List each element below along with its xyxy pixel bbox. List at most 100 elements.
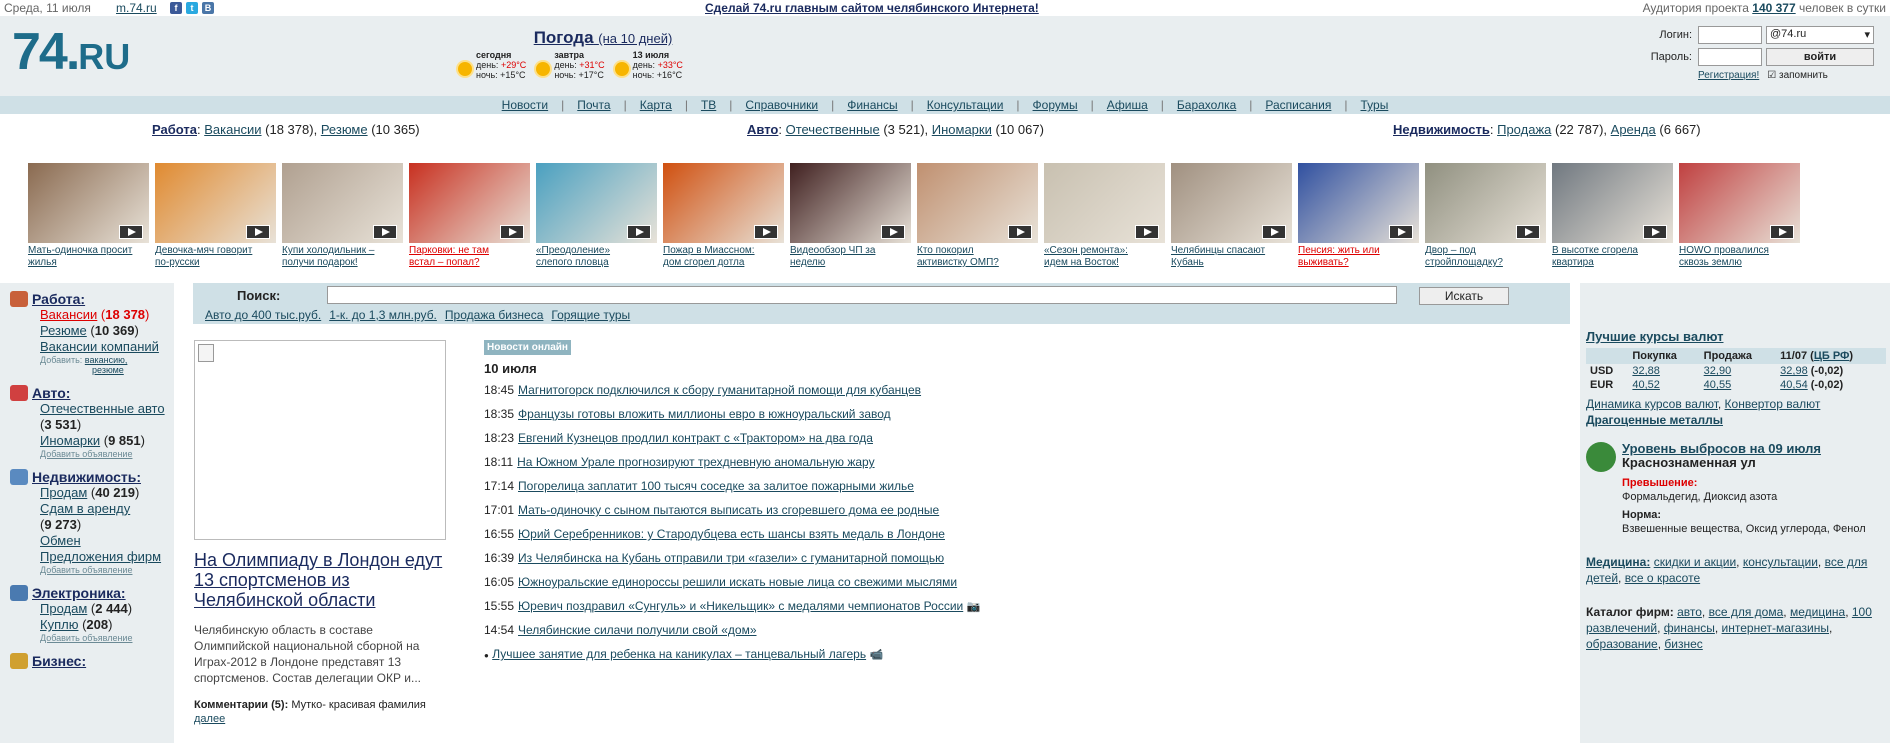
quick-search-link[interactable]: Горящие туры xyxy=(551,308,630,322)
video-thumb[interactable]: Челябинцы спасают Кубань xyxy=(1171,163,1292,269)
play-icon xyxy=(500,225,524,239)
login-input[interactable] xyxy=(1698,26,1762,44)
thumb-image[interactable] xyxy=(1298,163,1419,243)
news-headline[interactable]: Из Челябинска на Кубань отправили три «г… xyxy=(518,551,944,565)
video-thumb[interactable]: Видеообзор ЧП за неделю xyxy=(790,163,911,269)
login-button[interactable]: войти xyxy=(1766,48,1874,66)
weather-day: 13 июля день: +33°C ночь: +16°C xyxy=(614,50,683,80)
domain-select[interactable]: @74.ru xyxy=(1766,26,1874,44)
news-time: 16:05 xyxy=(484,575,515,589)
video-thumb[interactable]: Пожар в Миассном: дом сгорел дотла xyxy=(663,163,784,269)
make-homepage-link[interactable]: Сделай 74.ru главным сайтом челябинского… xyxy=(705,1,1039,15)
nav-news[interactable]: Новости xyxy=(502,98,548,112)
thumb-image[interactable] xyxy=(1552,163,1673,243)
news-item: 15:55 Юревич поздравил «Сунгуль» и «Никел… xyxy=(484,599,1084,616)
nav-directories[interactable]: Справочники xyxy=(745,98,818,112)
read-more-link[interactable]: далее xyxy=(194,713,225,725)
news-headline[interactable]: Евгений Кузнецов продлил контракт с «Тра… xyxy=(518,431,873,445)
play-icon xyxy=(1135,225,1159,239)
category-electronics: Электроника: Продам (2 444) Куплю (208) … xyxy=(10,585,174,643)
vkontakte-icon[interactable]: B xyxy=(202,2,214,14)
news-headline[interactable]: Юревич поздравил «Сунгуль» и «Никельщик»… xyxy=(518,599,963,613)
nav-map[interactable]: Карта xyxy=(640,98,672,112)
main-story: На Олимпиаду в Лондон едут 13 спортсмено… xyxy=(194,340,446,726)
play-icon xyxy=(1389,225,1413,239)
thumb-image[interactable] xyxy=(1425,163,1546,243)
news-online-badge[interactable]: Новости онлайн xyxy=(484,340,571,355)
story-title[interactable]: На Олимпиаду в Лондон едут 13 спортсмено… xyxy=(194,550,446,610)
video-thumb[interactable]: «Преодоление» слепого пловца xyxy=(536,163,657,269)
news-feed: Новости онлайн 10 июля 18:45 Магнитогорск… xyxy=(484,339,1084,664)
nav-tours[interactable]: Туры xyxy=(1361,98,1389,112)
story-comments: Комментарии (5): Мутко- красивая фамилия… xyxy=(194,699,426,725)
thumb-caption: Купи холодильник – получи подарок! xyxy=(282,245,375,268)
news-headline[interactable]: На Южном Урале прогнозируют трехдневную … xyxy=(517,455,874,469)
video-thumb[interactable]: Кто покорил активистку ОМП? xyxy=(917,163,1038,269)
thumb-image[interactable] xyxy=(536,163,657,243)
thumb-image[interactable] xyxy=(155,163,276,243)
search-button[interactable]: Искать xyxy=(1419,287,1509,305)
nav-schedules[interactable]: Расписания xyxy=(1265,98,1331,112)
quick-search-link[interactable]: 1-к. до 1,3 млн.руб. xyxy=(329,308,437,322)
news-headline[interactable]: Мать-одиночку с сыном пытаются выписать … xyxy=(518,503,939,517)
thumb-caption: Пожар в Миассном: дом сгорел дотла xyxy=(663,245,755,268)
thumb-image[interactable] xyxy=(1171,163,1292,243)
thumb-image[interactable] xyxy=(790,163,911,243)
nav-forums[interactable]: Форумы xyxy=(1033,98,1078,112)
thumb-image[interactable] xyxy=(663,163,784,243)
rates-dynamics-link[interactable]: Динамика курсов валют xyxy=(1586,397,1718,411)
remember-checkbox[interactable]: ☑ запомнить xyxy=(1767,70,1828,81)
metals-link[interactable]: Драгоценные металлы xyxy=(1586,413,1723,427)
site-logo[interactable]: 74.RU xyxy=(12,22,130,87)
video-thumb[interactable]: Двор – под стройплощадку? xyxy=(1425,163,1546,269)
video-thumb[interactable]: Парковки: не там встал – попал? xyxy=(409,163,530,269)
nav-afisha[interactable]: Афиша xyxy=(1107,98,1148,112)
video-thumb[interactable]: Мать-одиночка просит жилья xyxy=(28,163,149,269)
thumb-caption: «Преодоление» слепого пловца xyxy=(536,245,611,268)
thumb-image[interactable] xyxy=(1044,163,1165,243)
news-headline[interactable]: Погорелица заплатит 100 тысяч соседке за… xyxy=(518,479,914,493)
news-headline[interactable]: Челябинские силачи получили свой «дом» xyxy=(518,623,756,637)
top-bar: Среда, 11 июля m.74.ru f t B Сделай 74.r… xyxy=(0,0,1890,16)
register-link[interactable]: Регистрация! xyxy=(1698,70,1759,81)
password-input[interactable] xyxy=(1698,48,1762,66)
news-headline[interactable]: Французы готовы вложить миллионы евро в … xyxy=(518,407,891,421)
thumb-image[interactable] xyxy=(917,163,1038,243)
video-thumb[interactable]: «Сезон ремонта»: идем на Восток! xyxy=(1044,163,1165,269)
social-links: f t B xyxy=(170,2,214,14)
weather-title[interactable]: Погода (на 10 дней) xyxy=(458,28,748,48)
nav-finance[interactable]: Финансы xyxy=(847,98,897,112)
twitter-icon[interactable]: t xyxy=(186,2,198,14)
video-thumb[interactable]: Купи холодильник – получи подарок! xyxy=(282,163,403,269)
thumb-image[interactable] xyxy=(282,163,403,243)
nav-consultations[interactable]: Консультации xyxy=(927,98,1004,112)
weather-day: завтра день: +31°C ночь: +17°C xyxy=(536,50,605,80)
audience-count-link[interactable]: 140 377 xyxy=(1752,1,1795,15)
news-item: 18:23 Евгений Кузнецов продлил контракт с… xyxy=(484,431,1084,448)
thumb-image[interactable] xyxy=(28,163,149,243)
news-item: 16:05 Южноуральские единороссы решили иск… xyxy=(484,575,1084,592)
nav-flea-market[interactable]: Барахолка xyxy=(1177,98,1236,112)
quick-search-link[interactable]: Продажа бизнеса xyxy=(445,308,543,322)
news-headline[interactable]: Юрий Серебренников: у Стародубцева есть … xyxy=(518,527,945,541)
right-sidebar: Лучшие курсы валют Покупка Продажа 11/07… xyxy=(1580,283,1890,743)
quick-search-link[interactable]: Авто до 400 тыс.руб. xyxy=(205,308,321,322)
story-image-placeholder[interactable] xyxy=(194,340,446,540)
search-input[interactable] xyxy=(327,286,1397,304)
video-thumb[interactable]: Девочка-мяч говорит по-русски xyxy=(155,163,276,269)
thumb-caption: «Сезон ремонта»: идем на Восток! xyxy=(1044,245,1128,268)
nav-mail[interactable]: Почта xyxy=(577,98,610,112)
converter-link[interactable]: Конвертор валют xyxy=(1725,397,1821,411)
thumb-caption: Кто покорил активистку ОМП? xyxy=(917,245,999,268)
video-thumb[interactable]: Пенсия: жить или выживать? xyxy=(1298,163,1419,269)
news-headline[interactable]: Южноуральские единороссы решили искать н… xyxy=(518,575,957,589)
thumb-image[interactable] xyxy=(409,163,530,243)
rates-title[interactable]: Лучшие курсы валют xyxy=(1586,329,1890,344)
facebook-icon[interactable]: f xyxy=(170,2,182,14)
video-thumb[interactable]: HOWO провалился сквозь землю xyxy=(1679,163,1800,269)
mobile-version-link[interactable]: m.74.ru xyxy=(116,1,157,15)
video-thumb[interactable]: В высотке сгорела квартира xyxy=(1552,163,1673,269)
nav-tv[interactable]: ТВ xyxy=(701,98,716,112)
thumb-image[interactable] xyxy=(1679,163,1800,243)
news-headline[interactable]: Магнитогорск подключился к сбору гуманит… xyxy=(518,383,921,397)
